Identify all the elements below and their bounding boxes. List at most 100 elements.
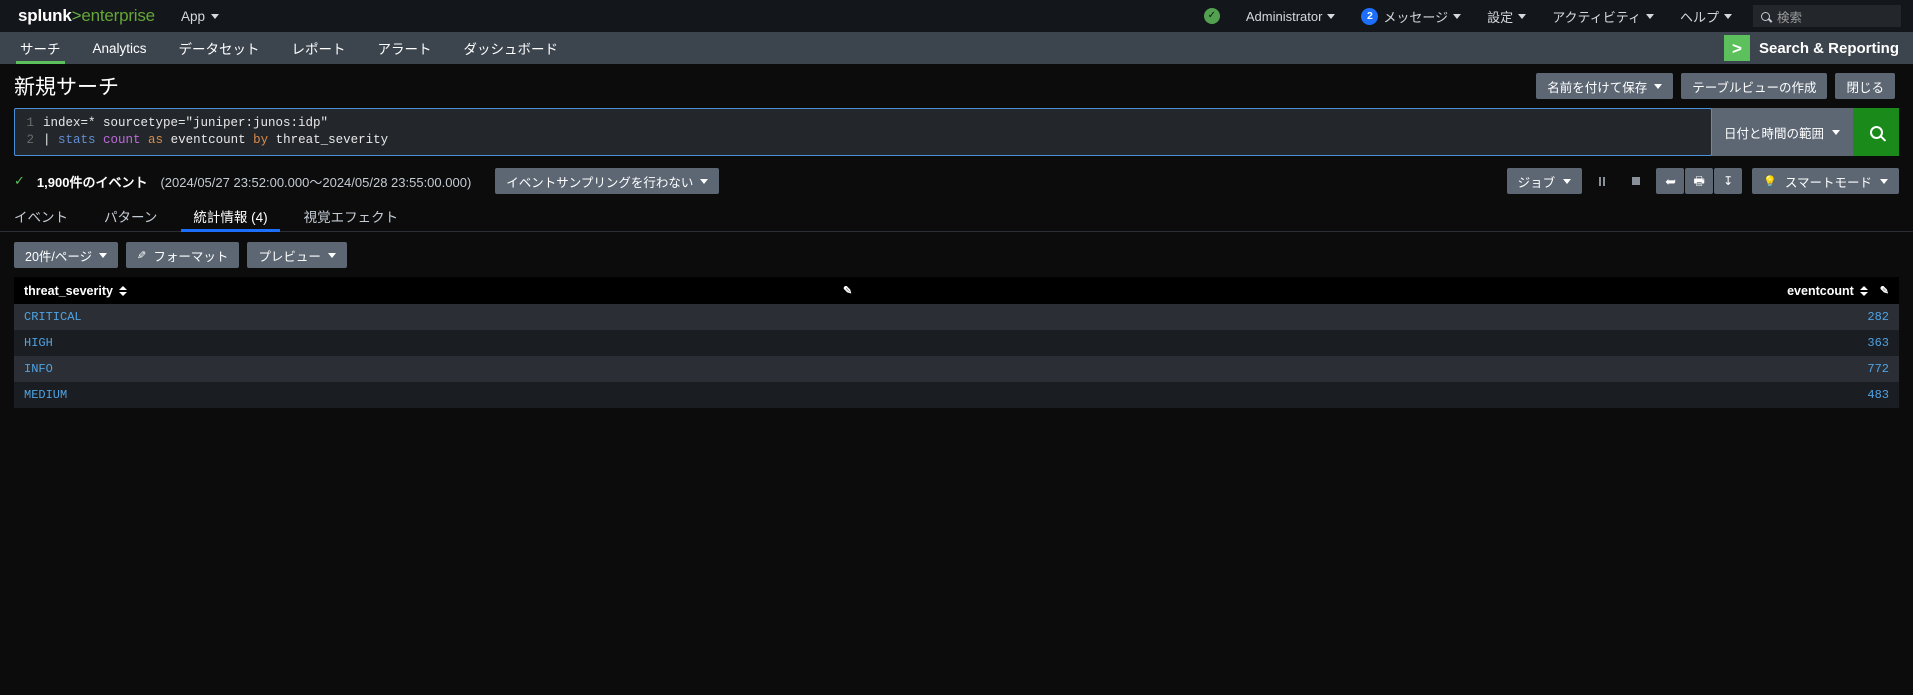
stop-button[interactable] — [1622, 168, 1650, 194]
search-mode-button[interactable]: 💡 スマートモード — [1752, 168, 1899, 194]
health-check-icon: ✓ — [1203, 8, 1220, 24]
nav-item-datasets[interactable]: データセット — [163, 32, 276, 64]
per-page-button[interactable]: 20件/ページ — [14, 242, 119, 268]
export-button[interactable]: ↧ — [1714, 168, 1743, 194]
tab-patterns[interactable]: パターン — [86, 200, 175, 231]
search-reporting-app-icon: > — [1723, 35, 1750, 61]
user-menu[interactable]: Administrator — [1233, 0, 1349, 32]
query-token-groupby-field: threat_severity — [275, 133, 389, 147]
time-range-picker[interactable]: 日付と時間の範囲 — [1710, 108, 1853, 156]
chevron-down-icon — [210, 13, 219, 19]
tab-statistics[interactable]: 統計情報 (4) — [175, 200, 285, 232]
chevron-down-icon — [1563, 178, 1572, 184]
nav-label: レポート — [291, 42, 346, 57]
per-page-label: 20件/ページ — [25, 249, 93, 264]
tab-visualization[interactable]: 視覚エフェクト — [286, 200, 417, 231]
query-token-function: count — [103, 133, 149, 147]
settings-label: 設定 — [1487, 9, 1514, 25]
cell-threat-severity[interactable]: MEDIUM — [14, 382, 862, 408]
global-search-input[interactable]: 検索 — [1753, 5, 1901, 27]
create-table-view-label: テーブルビューの作成 — [1692, 80, 1817, 95]
cell-threat-severity[interactable]: HIGH — [14, 330, 862, 356]
app-menu[interactable]: App — [181, 9, 219, 24]
save-as-label: 名前を付けて保存 — [1547, 80, 1648, 95]
download-icon: ↧ — [1723, 174, 1734, 188]
stop-icon — [1632, 177, 1641, 185]
messages-menu[interactable]: 2 メッセージ — [1348, 0, 1474, 32]
cell-eventcount[interactable]: 772 — [862, 356, 1899, 382]
chevron-down-icon — [700, 178, 709, 184]
print-button[interactable]: 🖶 — [1685, 168, 1714, 194]
job-button[interactable]: ジョブ — [1506, 168, 1583, 194]
search-query-input[interactable]: 1 index=* sourcetype="juniper:junos:idp"… — [14, 108, 1712, 156]
close-button[interactable]: 閉じる — [1835, 73, 1895, 99]
sort-icon[interactable] — [118, 285, 127, 296]
create-table-view-button[interactable]: テーブルビューの作成 — [1681, 73, 1828, 99]
tab-label: 統計情報 (4) — [193, 209, 268, 225]
cell-eventcount[interactable]: 363 — [862, 330, 1899, 356]
tab-events[interactable]: イベント — [14, 200, 86, 231]
lightbulb-icon: 💡 — [1763, 175, 1777, 188]
event-sampling-label: イベントサンプリングを行わない — [506, 175, 694, 190]
preview-label: プレビュー — [258, 249, 321, 264]
nav-label: データセット — [178, 42, 260, 57]
tab-label: イベント — [14, 209, 68, 225]
pause-button[interactable] — [1588, 168, 1616, 194]
help-menu[interactable]: ヘルプ — [1667, 0, 1745, 32]
table-row[interactable]: CRITICAL 282 — [14, 304, 1899, 330]
nav-item-reports[interactable]: レポート — [276, 32, 362, 64]
chevron-down-icon — [1327, 13, 1336, 19]
share-button[interactable]: ➥ — [1656, 168, 1685, 194]
column-header-label: threat_severity — [24, 283, 113, 298]
table-row[interactable]: HIGH 363 — [14, 330, 1899, 356]
time-range-label: 日付と時間の範囲 — [1723, 126, 1824, 141]
activity-label: アクティビティ — [1552, 9, 1641, 25]
nav-item-alerts[interactable]: アラート — [362, 32, 448, 64]
statistics-table: threat_severity ✎ eventcount ✎ CRITICAL — [14, 277, 1899, 408]
splunk-logo[interactable]: splunk>enterprise — [18, 6, 155, 26]
format-button[interactable]: ✎ フォーマット — [126, 242, 240, 268]
sort-icon[interactable] — [1859, 285, 1868, 296]
chevron-down-icon — [1645, 13, 1654, 19]
column-header-threat-severity[interactable]: threat_severity ✎ — [14, 277, 863, 304]
activity-menu[interactable]: アクティビティ — [1539, 0, 1667, 32]
global-search-placeholder: 検索 — [1777, 10, 1803, 25]
table-body: CRITICAL 282 HIGH 363 INFO 772 MEDIUM 48… — [14, 304, 1899, 408]
chevron-down-icon — [1880, 178, 1888, 184]
chevron-down-icon — [327, 252, 336, 258]
page-header: 新規サーチ 名前を付けて保存 テーブルビューの作成 閉じる — [0, 64, 1913, 108]
health-status[interactable]: ✓ — [1191, 0, 1233, 32]
cell-threat-severity[interactable]: CRITICAL — [14, 304, 862, 330]
results-tabs: イベント パターン 統計情報 (4) 視覚エフェクト — [0, 200, 1913, 232]
pencil-icon: ✎ — [137, 249, 147, 262]
logo-text-gt: > — [71, 6, 82, 25]
cell-eventcount[interactable]: 483 — [862, 382, 1899, 408]
chevron-down-icon — [1453, 13, 1462, 19]
table-row[interactable]: INFO 772 — [14, 356, 1899, 382]
nav-item-dashboards[interactable]: ダッシュボード — [448, 32, 575, 64]
save-as-button[interactable]: 名前を付けて保存 — [1536, 73, 1674, 99]
search-mode-label: スマートモード — [1784, 175, 1872, 190]
logo-text-enterprise: enterprise — [81, 6, 155, 25]
top-bar: splunk>enterprise App ✓ Administrator 2 … — [0, 0, 1913, 32]
chevron-down-icon — [1832, 129, 1840, 135]
run-search-button[interactable] — [1853, 108, 1899, 156]
messages-badge: 2 — [1361, 7, 1379, 25]
cell-threat-severity[interactable]: INFO — [14, 356, 862, 382]
column-header-eventcount[interactable]: eventcount ✎ — [862, 277, 1899, 304]
line-number: 2 — [26, 133, 34, 147]
search-results-info-bar: ✓ 1,900件のイベント (2024/05/27 23:52:00.000〜2… — [0, 162, 1913, 200]
column-edit-icon[interactable]: ✎ — [1880, 284, 1889, 297]
column-edit-icon[interactable]: ✎ — [843, 284, 852, 297]
cell-eventcount[interactable]: 282 — [862, 304, 1899, 330]
results-format-toolbar: 20件/ページ ✎ フォーマット プレビュー — [0, 232, 1913, 277]
export-group: ➥ 🖶 ↧ — [1656, 168, 1743, 194]
nav-item-analytics[interactable]: Analytics — [77, 32, 163, 64]
nav-item-search[interactable]: サーチ — [4, 32, 77, 64]
job-tools: ジョブ ➥ 🖶 ↧ 💡 スマートモード — [1506, 168, 1899, 194]
preview-button[interactable]: プレビュー — [247, 242, 347, 268]
settings-menu[interactable]: 設定 — [1474, 0, 1539, 32]
query-line-1-text: index=* sourcetype="juniper:junos:idp" — [43, 116, 329, 130]
event-sampling-button[interactable]: イベントサンプリングを行わない — [495, 168, 720, 194]
table-row[interactable]: MEDIUM 483 — [14, 382, 1899, 408]
